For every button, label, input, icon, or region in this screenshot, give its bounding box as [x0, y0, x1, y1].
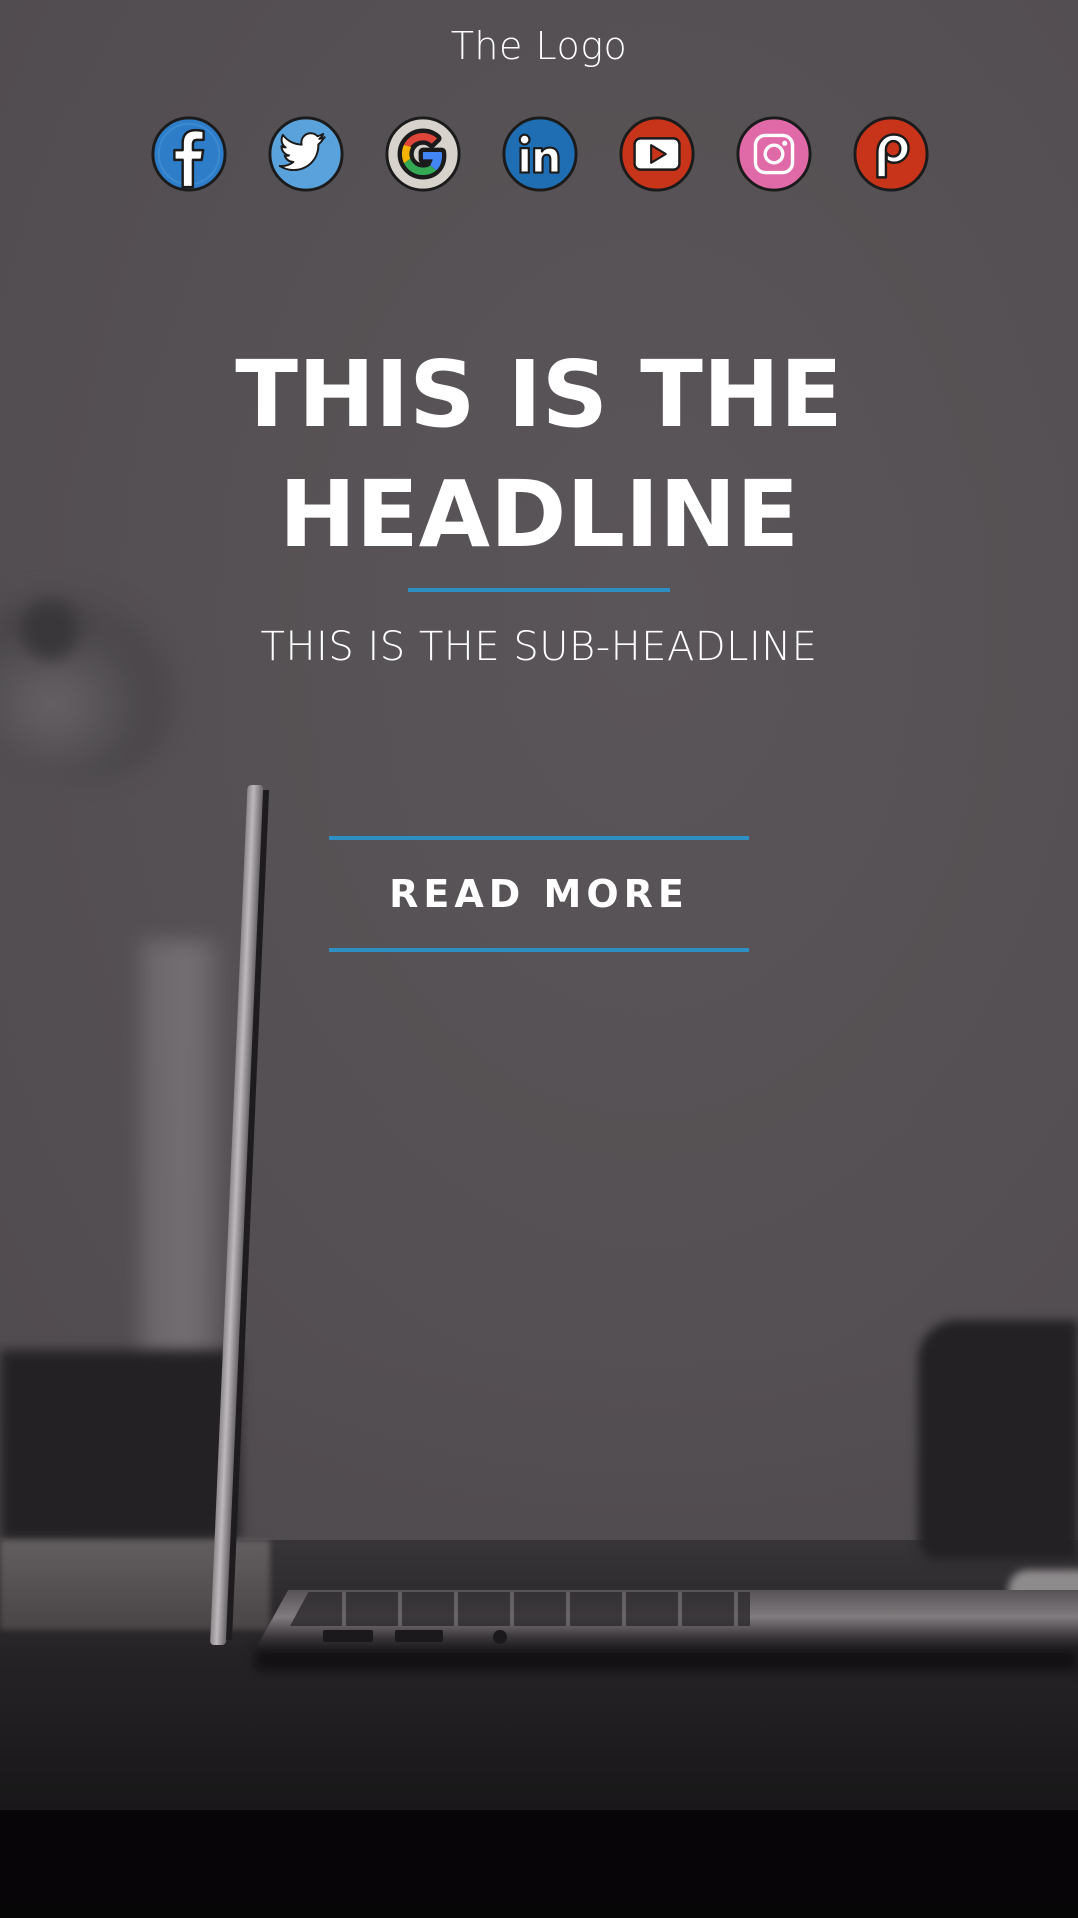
read-more-label: READ MORE — [389, 872, 689, 916]
social-links — [150, 115, 930, 195]
instagram-icon[interactable] — [735, 115, 813, 193]
headline-line: HEADLINE — [278, 461, 800, 568]
twitter-icon[interactable] — [267, 115, 345, 193]
facebook-icon[interactable] — [150, 115, 228, 193]
read-more-button[interactable]: READ MORE — [329, 836, 749, 952]
google-icon[interactable] — [384, 115, 462, 193]
patreon-icon[interactable] — [852, 115, 930, 193]
headline-divider — [408, 588, 670, 592]
background-overlay — [0, 0, 1078, 1918]
youtube-icon[interactable] — [618, 115, 696, 193]
headline: THIS IS THE HEADLINE — [140, 335, 938, 575]
headline-line: THIS IS THE — [235, 341, 843, 448]
logo[interactable]: The Logo — [0, 24, 1078, 68]
subheadline: THIS IS THE SUB-HEADLINE — [260, 624, 818, 670]
hero-background — [0, 0, 1078, 1918]
linkedin-icon[interactable] — [501, 115, 579, 193]
